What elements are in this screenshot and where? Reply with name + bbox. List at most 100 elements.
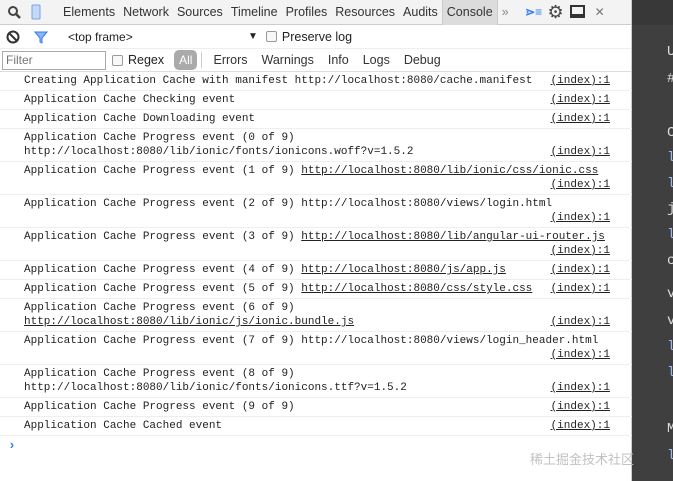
- tab-profiles[interactable]: Profiles: [282, 0, 332, 25]
- more-tabs-button[interactable]: »: [498, 0, 513, 25]
- console-message: Creating Application Cache with manifest…: [0, 72, 632, 91]
- message-url[interactable]: http://localhost:8080/lib/angular-ui-rou…: [301, 231, 605, 243]
- console-message: Application Cache Progress event (0 of 9…: [0, 129, 632, 162]
- message-text: Application Cache Progress event (8 of 9…: [24, 368, 295, 380]
- message-text: Application Cache Progress event (9 of 9…: [24, 401, 295, 413]
- preserve-log-label: Preserve log: [281, 29, 353, 44]
- message-text: Application Cache Downloading event: [24, 113, 256, 125]
- source-link[interactable]: (index):1: [551, 93, 610, 107]
- level-all[interactable]: All: [174, 50, 198, 70]
- console-message: Application Cache Cached event (index):1: [0, 417, 632, 436]
- console-message: Application Cache Progress event (5 of 9…: [0, 280, 632, 299]
- message-text: Creating Application Cache with manifest: [24, 75, 295, 87]
- tab-list: Elements Network Sources Timeline Profiles Re…: [59, 0, 498, 25]
- source-link[interactable]: (index):1: [551, 282, 610, 296]
- filter-input[interactable]: [2, 50, 106, 70]
- console-message: Application Cache Progress event (1 of 9…: [0, 162, 632, 195]
- console-message: Application Cache Progress event (4 of 9…: [0, 261, 632, 280]
- message-url: http://localhost:8080/lib/ionic/fonts/io…: [24, 146, 414, 158]
- console-message: Application Cache Downloading event (inde…: [0, 110, 632, 129]
- tab-resources[interactable]: Resources: [331, 0, 399, 25]
- frame-select[interactable]: <top frame>: [68, 30, 248, 44]
- source-link[interactable]: (index):1: [551, 244, 610, 258]
- background-editor: U#ClljlcvvllMl: [632, 0, 673, 481]
- message-url[interactable]: http://localhost:8080/js/app.js: [301, 264, 506, 276]
- level-warnings[interactable]: Warnings: [255, 53, 321, 67]
- dock-icon[interactable]: [567, 1, 589, 23]
- filter-icon[interactable]: [30, 26, 52, 48]
- editor-char: v: [667, 286, 673, 302]
- source-link[interactable]: (index):1: [551, 112, 610, 126]
- level-divider: [201, 52, 203, 68]
- message-text: Application Cache Progress event (7 of 9…: [24, 335, 302, 347]
- tab-timeline[interactable]: Timeline: [227, 0, 282, 25]
- editor-char: j: [667, 201, 673, 217]
- source-link[interactable]: (index):1: [551, 348, 610, 362]
- console-message: Application Cache Progress event (3 of 9…: [0, 228, 632, 261]
- tab-sources[interactable]: Sources: [173, 0, 227, 25]
- level-errors[interactable]: Errors: [206, 53, 254, 67]
- editor-char: v: [667, 313, 673, 329]
- message-url: http://localhost:8080/views/login_header…: [301, 335, 599, 347]
- level-info[interactable]: Info: [321, 53, 356, 67]
- console-message: Application Cache Progress event (2 of 9…: [0, 195, 632, 228]
- editor-char: c: [667, 253, 673, 269]
- message-url[interactable]: http://localhost:8080/lib/ionic/css/ioni…: [301, 165, 598, 177]
- regex-label: Regex: [128, 53, 165, 67]
- console-drawer-icon[interactable]: ⋗≡: [523, 1, 545, 23]
- devtools-panel: Elements Network Sources Timeline Profiles Re…: [0, 0, 632, 481]
- source-link[interactable]: (index):1: [551, 211, 610, 225]
- regex-checkbox[interactable]: [112, 54, 123, 66]
- source-link[interactable]: (index):1: [551, 400, 610, 414]
- search-icon[interactable]: [3, 1, 25, 23]
- console-message: Application Cache Progress event (9 of 9…: [0, 398, 632, 417]
- tab-elements[interactable]: Elements: [59, 0, 119, 25]
- editor-char: l: [667, 448, 673, 464]
- message-text: Application Cache Progress event (1 of 9…: [24, 165, 302, 177]
- console-toolbar: <top frame> ▼ Preserve log: [0, 25, 631, 49]
- device-mode-icon[interactable]: [25, 1, 47, 23]
- clear-console-icon[interactable]: [2, 26, 24, 48]
- source-link[interactable]: (index):1: [551, 74, 610, 88]
- console-message: Application Cache Progress event (7 of 9…: [0, 332, 632, 365]
- preserve-log-checkbox[interactable]: [265, 31, 277, 42]
- editor-char: U: [667, 44, 673, 60]
- console-log: Creating Application Cache with manifest…: [0, 72, 632, 455]
- message-url[interactable]: http://localhost:8080/lib/ionic/js/ionic…: [24, 316, 354, 328]
- level-debug[interactable]: Debug: [397, 53, 448, 67]
- message-url: http://localhost:8080/lib/ionic/fonts/io…: [24, 382, 407, 394]
- editor-char: M: [667, 421, 673, 437]
- message-text: Application Cache Progress event (2 of 9…: [24, 198, 302, 210]
- editor-char: l: [667, 227, 673, 243]
- level-logs[interactable]: Logs: [356, 53, 397, 67]
- editor-char: l: [667, 176, 673, 192]
- gear-icon[interactable]: ⚙: [545, 1, 567, 23]
- message-url: http://localhost:8080/views/login.html: [301, 198, 553, 210]
- close-icon[interactable]: ✕: [589, 1, 611, 23]
- message-url: http://localhost:8080/cache.manifest: [294, 75, 533, 87]
- editor-char: C: [667, 125, 673, 141]
- source-link[interactable]: (index):1: [551, 263, 610, 277]
- frame-select-arrow-icon[interactable]: ▼: [248, 31, 258, 42]
- devtools-tabbar: Elements Network Sources Timeline Profiles Re…: [0, 0, 631, 25]
- message-text: Application Cache Checking event: [24, 94, 236, 106]
- message-text: Application Cache Cached event: [24, 420, 223, 432]
- console-message: Application Cache Progress event (8 of 9…: [0, 365, 632, 398]
- editor-char: #: [667, 71, 673, 87]
- filter-bar: Regex All Errors Warnings Info Logs Debu…: [0, 49, 631, 72]
- source-link[interactable]: (index):1: [551, 315, 610, 329]
- tab-audits[interactable]: Audits: [399, 0, 442, 25]
- console-message: Application Cache Checking event (index):…: [0, 91, 632, 110]
- message-url[interactable]: http://localhost:8080/css/style.css: [301, 283, 532, 295]
- source-link[interactable]: (index):1: [551, 419, 610, 433]
- tab-network[interactable]: Network: [119, 0, 173, 25]
- watermark: 稀土掘金技术社区: [530, 452, 635, 467]
- source-link[interactable]: (index):1: [551, 145, 610, 159]
- message-text: Application Cache Progress event (6 of 9…: [24, 302, 295, 314]
- tab-console[interactable]: Console: [441, 0, 498, 25]
- source-link[interactable]: (index):1: [551, 178, 610, 192]
- editor-char: l: [667, 365, 673, 381]
- message-text: Application Cache Progress event (4 of 9…: [24, 264, 302, 276]
- editor-char: l: [667, 339, 673, 355]
- source-link[interactable]: (index):1: [551, 381, 610, 395]
